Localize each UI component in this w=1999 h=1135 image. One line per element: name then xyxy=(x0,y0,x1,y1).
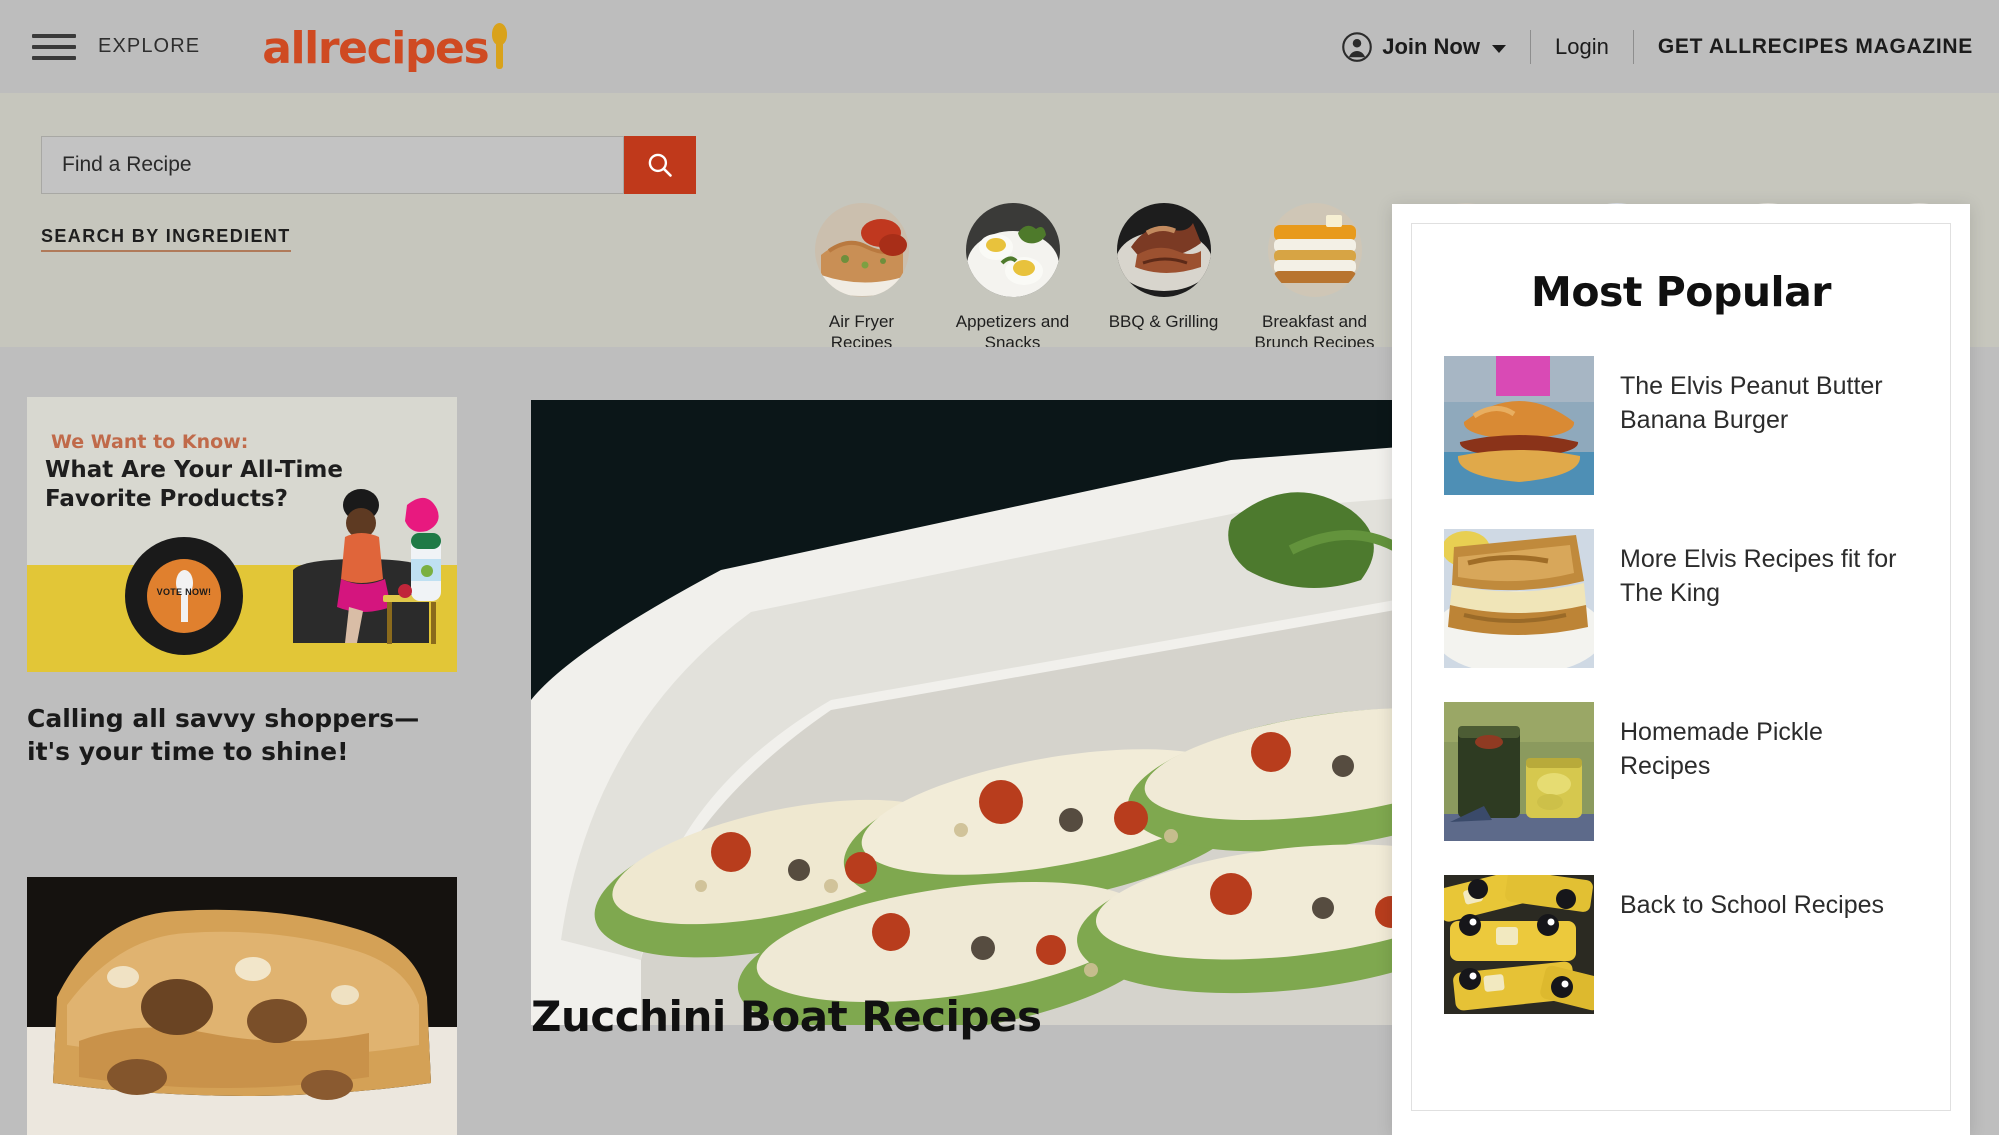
vote-now-badge: VOTE NOW! xyxy=(125,537,243,655)
search-input[interactable] xyxy=(41,136,624,194)
list-item-title: Back to School Recipes xyxy=(1620,891,1885,919)
most-popular-panel: Most Popular The Elvis Peanut Butter Ban… xyxy=(1411,223,1951,1111)
chevron-down-icon xyxy=(1491,44,1506,53)
header-divider-2 xyxy=(1632,29,1634,64)
header-divider-1 xyxy=(1529,29,1531,64)
category-item-breakfast[interactable]: Breakfast and Brunch Recipes xyxy=(1239,203,1390,354)
breakfast-photo xyxy=(1267,203,1362,297)
ad-caption: Calling all savvy shoppers—it's your tim… xyxy=(27,704,420,767)
login-link[interactable]: Login xyxy=(1555,34,1609,60)
get-magazine-link[interactable]: GET ALLRECIPES MAGAZINE xyxy=(1658,35,1973,59)
join-now-label: Join Now xyxy=(1382,33,1480,59)
list-item-title: Homemade Pickle Recipes xyxy=(1620,718,1823,780)
category-item-air-fryer[interactable]: Air Fryer Recipes xyxy=(786,203,937,354)
list-item[interactable]: Back to School Recipes xyxy=(1444,875,1950,1014)
search-button[interactable] xyxy=(624,136,696,194)
spoon-icon xyxy=(491,22,508,69)
header-right-group: Join Now Login GET ALLRECIPES MAGAZINE xyxy=(1342,29,1999,64)
dessert-bars-photo[interactable] xyxy=(27,877,457,1135)
hamburger-icon[interactable] xyxy=(32,30,76,64)
community-choice-awards-illustration: We Want to Know: What Are Your All-Time … xyxy=(27,397,457,672)
air-fryer-photo xyxy=(814,203,909,297)
search-by-ingredient-link[interactable]: SEARCH BY INGREDIENT xyxy=(41,226,291,252)
elvis-burger-photo xyxy=(1444,356,1594,495)
list-item[interactable]: Homemade Pickle Recipes xyxy=(1444,702,1950,841)
search-row xyxy=(41,136,696,194)
join-now-button[interactable]: Join Now xyxy=(1342,31,1506,62)
most-popular-popup: Most Popular The Elvis Peanut Butter Ban… xyxy=(1392,204,1970,1135)
explore-label[interactable]: EXPLORE xyxy=(98,35,200,58)
badge-vote-text: VOTE NOW! xyxy=(156,587,212,597)
search-icon xyxy=(648,153,672,177)
category-label: BBQ & Grilling xyxy=(1108,312,1219,331)
list-item-title: The Elvis Peanut Butter Banana Burger xyxy=(1620,372,1883,434)
ad-illustration-woman xyxy=(293,489,441,644)
page-root: EXPLORE allrecipes Join Now Login GET AL… xyxy=(0,0,1999,1135)
bbq-grilling-photo xyxy=(1116,203,1211,297)
grilled-sandwich-photo xyxy=(1444,529,1594,668)
school-bus-cookies-photo xyxy=(1444,875,1594,1014)
pickle-jars-photo xyxy=(1444,702,1594,841)
most-popular-list: The Elvis Peanut Butter Banana Burger Mo… xyxy=(1412,356,1950,1014)
header-left-group: EXPLORE allrecipes xyxy=(0,22,508,74)
search-column: SEARCH BY INGREDIENT xyxy=(41,136,696,252)
sidebar-ad-card[interactable]: We Want to Know: What Are Your All-Time … xyxy=(27,397,457,769)
site-header: EXPLORE allrecipes Join Now Login GET AL… xyxy=(0,0,1999,93)
list-item-title: More Elvis Recipes fit for The King xyxy=(1620,545,1897,607)
hero-article-title[interactable]: Zucchini Boat Recipes xyxy=(531,992,1042,1041)
list-item[interactable]: The Elvis Peanut Butter Banana Burger xyxy=(1444,356,1950,495)
account-circle-icon xyxy=(1342,31,1373,62)
ad-headline-top: We Want to Know: xyxy=(51,431,249,453)
allrecipes-logo[interactable]: allrecipes xyxy=(262,22,508,74)
badge-inner-circle: VOTE NOW! xyxy=(147,559,221,633)
category-item-bbq[interactable]: BBQ & Grilling xyxy=(1088,203,1239,354)
category-item-appetizers[interactable]: Appetizers and Snacks xyxy=(937,203,1088,354)
appetizers-photo xyxy=(965,203,1060,297)
list-item[interactable]: More Elvis Recipes fit for The King xyxy=(1444,529,1950,668)
brand-wordmark: allrecipes xyxy=(262,22,489,74)
most-popular-title: Most Popular xyxy=(1531,268,1831,316)
